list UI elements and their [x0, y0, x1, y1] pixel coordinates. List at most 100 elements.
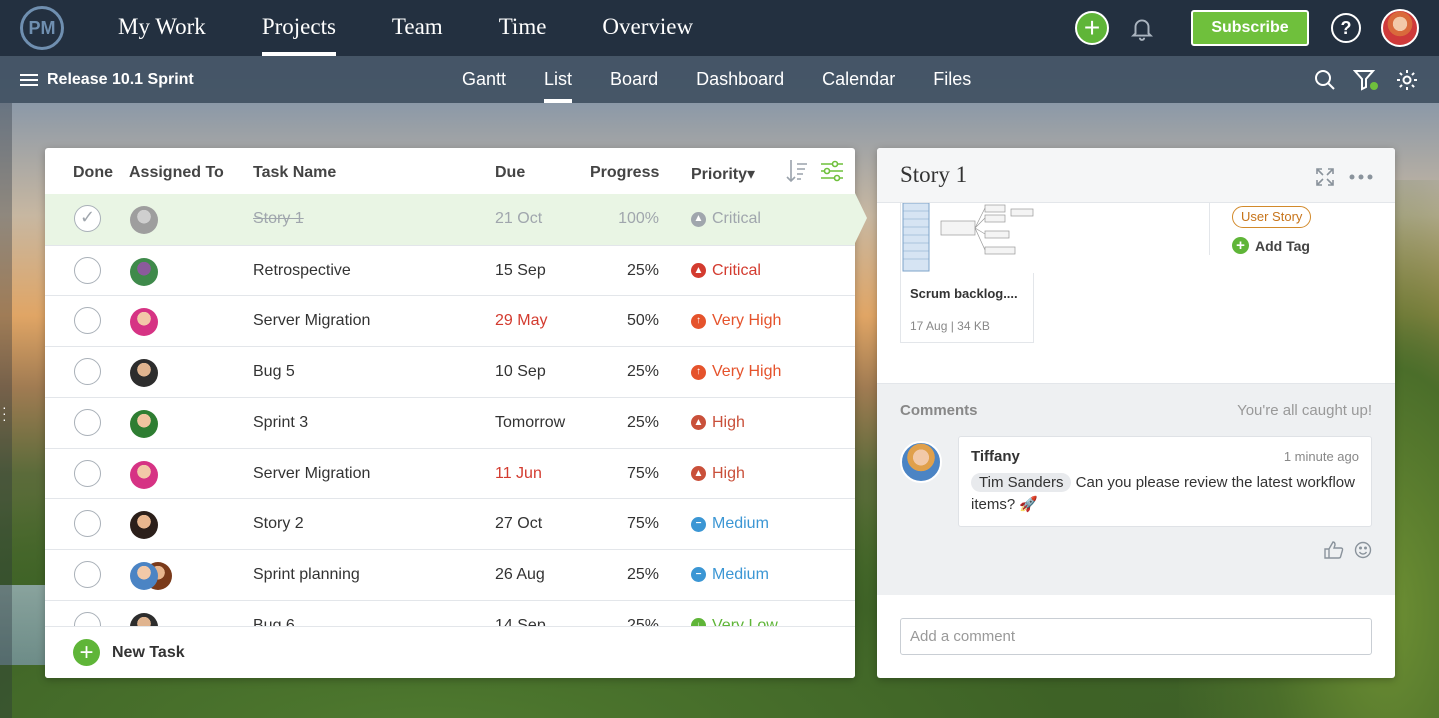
add-icon[interactable]: +	[1075, 11, 1109, 45]
table-row[interactable]: Server Migration 11 Jun 75% ▲ High	[45, 447, 855, 499]
priority[interactable]: ↑ Very High	[691, 296, 781, 346]
priority[interactable]: − Medium	[691, 499, 769, 549]
table-row[interactable]: Sprint 3 Tomorrow 25% ▲ High	[45, 396, 855, 448]
due-date[interactable]: 14 Sep	[495, 601, 546, 626]
task-name[interactable]: Sprint planning	[253, 550, 360, 600]
assignee-avatar[interactable]	[130, 460, 158, 489]
priority[interactable]: ▲ High	[691, 449, 745, 499]
nav-overview[interactable]: Overview	[584, 0, 711, 56]
assignee-avatar[interactable]	[130, 561, 158, 590]
commenter-avatar[interactable]	[900, 441, 942, 483]
comment-input[interactable]: Add a comment	[900, 618, 1372, 655]
done-checkbox[interactable]	[74, 408, 101, 436]
tab-dashboard[interactable]: Dashboard	[680, 56, 800, 103]
due-date[interactable]: 27 Oct	[495, 499, 542, 549]
hamburger-icon[interactable]	[20, 73, 38, 86]
nav-team[interactable]: Team	[374, 0, 461, 56]
col-task-name[interactable]: Task Name	[253, 164, 336, 182]
user-avatar[interactable]	[1381, 9, 1419, 47]
progress-value[interactable]: 25%	[627, 398, 659, 448]
col-progress[interactable]: Progress	[590, 164, 659, 182]
done-checkbox[interactable]	[74, 358, 101, 386]
due-date[interactable]: 11 Jun	[495, 449, 542, 499]
task-name[interactable]: Story 1	[253, 194, 304, 244]
progress-value[interactable]: 75%	[627, 449, 659, 499]
nav-projects[interactable]: Projects	[244, 0, 354, 56]
progress-value[interactable]: 50%	[627, 296, 659, 346]
task-name[interactable]: Bug 6	[253, 601, 295, 626]
task-name[interactable]: Retrospective	[253, 246, 351, 296]
task-name[interactable]: Sprint 3	[253, 398, 308, 448]
thumbs-up-icon[interactable]	[1324, 541, 1344, 559]
nav-time[interactable]: Time	[481, 0, 565, 56]
table-row[interactable]: Story 2 27 Oct 75% − Medium	[45, 498, 855, 549]
sort-icon[interactable]	[785, 158, 809, 184]
due-date[interactable]: 29 May	[495, 296, 547, 346]
priority[interactable]: ▲ Critical	[691, 246, 761, 296]
done-checkbox[interactable]	[74, 205, 101, 232]
tab-list[interactable]: List	[528, 56, 588, 103]
due-date[interactable]: Tomorrow	[495, 398, 565, 448]
attachment-card[interactable]: Scrum backlog.... 17 Aug | 34 KB	[900, 203, 1035, 343]
assignee-avatar[interactable]	[130, 257, 158, 286]
col-priority[interactable]: Priority▾	[691, 164, 755, 184]
add-tag-button[interactable]: + Add Tag	[1232, 237, 1310, 254]
progress-value[interactable]: 25%	[627, 347, 659, 397]
assignee-avatar[interactable]	[130, 409, 158, 438]
due-date[interactable]: 26 Aug	[495, 550, 545, 600]
due-date[interactable]: 15 Sep	[495, 246, 546, 296]
subscribe-button[interactable]: Subscribe	[1191, 10, 1309, 46]
pm-logo[interactable]: PM	[20, 6, 64, 50]
tab-board[interactable]: Board	[594, 56, 674, 103]
help-icon[interactable]: ?	[1331, 13, 1361, 43]
gear-icon[interactable]	[1395, 68, 1419, 92]
task-name[interactable]: Server Migration	[253, 449, 370, 499]
done-checkbox[interactable]	[74, 307, 101, 335]
assignee-avatar[interactable]	[130, 511, 158, 540]
task-name[interactable]: Bug 5	[253, 347, 295, 397]
done-checkbox[interactable]	[74, 510, 101, 538]
new-task-button[interactable]: + New Task	[45, 626, 855, 678]
priority[interactable]: ↑ Very High	[691, 347, 781, 397]
assignee-avatar[interactable]	[130, 308, 158, 337]
tab-gantt[interactable]: Gantt	[446, 56, 522, 103]
search-icon[interactable]	[1313, 68, 1337, 92]
col-done[interactable]: Done	[73, 164, 113, 182]
col-assigned[interactable]: Assigned To	[129, 164, 224, 182]
task-name[interactable]: Story 2	[253, 499, 304, 549]
progress-value[interactable]: 25%	[627, 601, 659, 626]
assignee-avatar[interactable]	[130, 359, 158, 388]
done-checkbox[interactable]	[74, 459, 101, 487]
mention-tag[interactable]: Tim Sanders	[971, 473, 1072, 492]
table-row[interactable]: Bug 5 10 Sep 25% ↑ Very High	[45, 346, 855, 397]
progress-value[interactable]: 25%	[627, 246, 659, 296]
progress-value[interactable]: 100%	[618, 194, 659, 244]
drag-handle-icon[interactable]: · · ·	[2, 400, 7, 426]
table-row[interactable]: Story 1 21 Oct 100% ▲ Critical	[45, 194, 855, 245]
project-menu[interactable]: Release 10.1 Sprint	[20, 56, 194, 103]
done-checkbox[interactable]	[74, 256, 101, 284]
progress-value[interactable]: 25%	[627, 550, 659, 600]
due-date[interactable]: 10 Sep	[495, 347, 546, 397]
bell-icon[interactable]	[1129, 15, 1155, 41]
table-row[interactable]: Server Migration 29 May 50% ↑ Very High	[45, 295, 855, 346]
expand-icon[interactable]	[1315, 167, 1335, 187]
column-settings-icon[interactable]	[819, 158, 845, 184]
table-row[interactable]: Bug 6 14 Sep 25% ↓ Very Low	[45, 599, 855, 626]
priority[interactable]: ↓ Very Low	[691, 601, 778, 626]
priority[interactable]: ▲ High	[691, 398, 745, 448]
due-date[interactable]: 21 Oct	[495, 194, 542, 244]
priority[interactable]: − Medium	[691, 550, 769, 600]
task-name[interactable]: Server Migration	[253, 296, 370, 346]
tag-badge[interactable]: User Story	[1232, 206, 1312, 228]
assignee-avatar[interactable]	[130, 206, 158, 234]
tab-calendar[interactable]: Calendar	[806, 56, 911, 103]
table-row[interactable]: Retrospective 15 Sep 25% ▲ Critical	[45, 244, 855, 296]
filter-icon[interactable]	[1353, 68, 1379, 92]
nav-my-work[interactable]: My Work	[100, 0, 224, 56]
done-checkbox[interactable]	[74, 611, 101, 626]
assignee-avatar[interactable]	[130, 612, 158, 626]
emoji-icon[interactable]	[1354, 541, 1372, 559]
table-row[interactable]: Sprint planning 26 Aug 25% − Medium	[45, 548, 855, 600]
tab-files[interactable]: Files	[917, 56, 987, 103]
